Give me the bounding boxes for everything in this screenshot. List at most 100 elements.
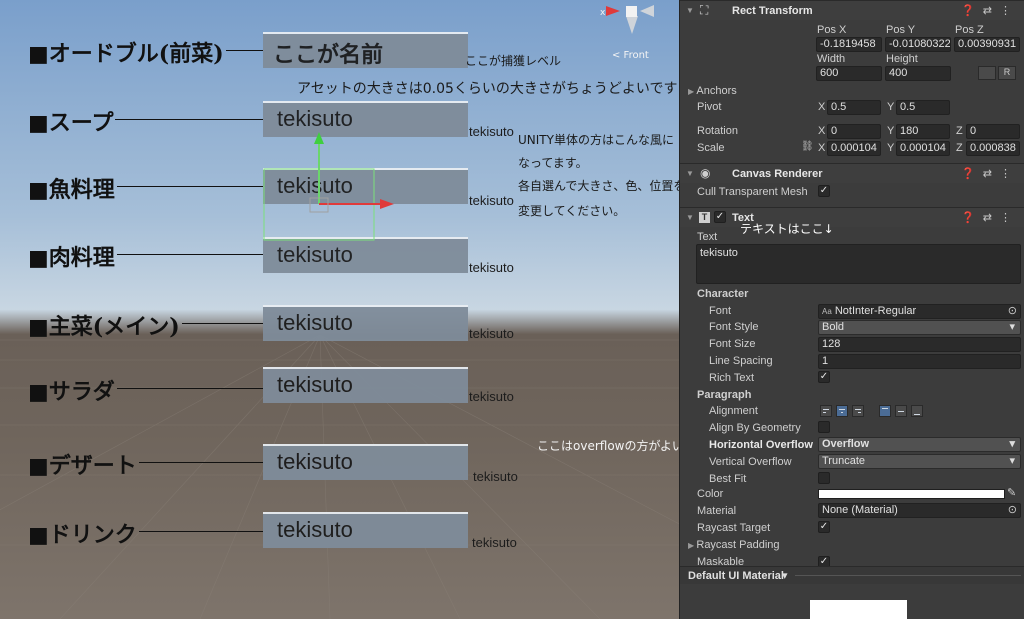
text-here-note: テキストはここ↓ (740, 222, 834, 236)
rot-x-axis: X (818, 125, 826, 137)
menu-item-label: ■デザート (28, 453, 137, 479)
rot-x-field[interactable]: 0 (827, 124, 881, 139)
raycast-target-checkbox[interactable]: ✓ (818, 521, 830, 533)
scene-view[interactable]: ■オードブル(前菜) ここが名前 ■スープ tekisuto tekisuto ■魚料理 t… (0, 0, 679, 619)
move-gizmo[interactable] (262, 128, 402, 243)
font-size-label: Font Size (709, 338, 756, 350)
canvas-renderer-header[interactable]: ▼ ◉ Canvas Renderer ❓⇄⋮ (680, 163, 1024, 183)
pivot-label: Pivot (697, 101, 722, 113)
menu-item-label: ■スープ (28, 110, 114, 136)
height-field[interactable]: 400 (885, 66, 951, 81)
width-field[interactable]: 600 (816, 66, 882, 81)
overflow-text-label: tekisuto (473, 469, 518, 484)
align-bottom-button[interactable] (911, 405, 923, 417)
cull-transparent-checkbox[interactable]: ✓ (818, 185, 830, 197)
pos-z-field[interactable]: 0.00390931 (954, 37, 1020, 52)
menu-connector-line (117, 388, 263, 389)
v-overflow-dropdown[interactable]: Truncate (818, 454, 1021, 469)
collapse-icon[interactable]: ▼ (686, 6, 694, 15)
material-footer-bar[interactable]: Default UI Material ▾ (680, 566, 1024, 584)
color-swatch[interactable] (818, 489, 1005, 499)
rich-text-label: Rich Text (709, 372, 755, 384)
menu-connector-line (182, 323, 263, 324)
menu-item-label: ■魚料理 (28, 177, 115, 203)
constrain-proportions-icon[interactable]: ⛓ (801, 141, 814, 152)
material-preview (810, 600, 907, 619)
font-style-label: Font Style (709, 321, 759, 333)
overflow-text-label: tekisuto (469, 193, 514, 208)
object-picker-icon[interactable]: ⊙ (1008, 504, 1017, 517)
line-spacing-label: Line Spacing (709, 355, 773, 367)
menu-item-label: ■オードブル(前菜) (28, 41, 224, 67)
object-picker-icon[interactable]: ⊙ (1008, 305, 1017, 318)
pivot-y-field[interactable]: 0.5 (896, 100, 950, 115)
best-fit-checkbox[interactable] (818, 472, 830, 484)
pos-x-label: Pos X (817, 24, 847, 36)
scale-z-field[interactable]: 0.000838 (966, 141, 1020, 156)
overflow-text-label: tekisuto (469, 326, 514, 341)
align-right-button[interactable] (852, 405, 864, 417)
align-center-button[interactable] (836, 405, 848, 417)
v-overflow-label: Vertical Overflow (709, 456, 792, 468)
text-panel-label: tekisuto (277, 310, 353, 335)
canvas-renderer-title: Canvas Renderer (732, 167, 823, 180)
rich-text-checkbox[interactable]: ✓ (818, 371, 830, 383)
front-label[interactable]: < Front (612, 50, 649, 61)
align-geometry-label: Align By Geometry (709, 422, 801, 434)
overflow-hint-note: ここはoverflowの方がよいかも→ (537, 439, 679, 453)
text-panel[interactable]: tekisuto (263, 305, 468, 341)
text-label: Text (697, 231, 718, 243)
menu-connector-line (115, 119, 263, 120)
rect-transform-header[interactable]: ▼ ⛶ Rect Transform ❓⇄⋮ (680, 0, 1024, 20)
text-panel[interactable]: ここが名前 (263, 32, 468, 68)
scale-label: Scale (697, 142, 725, 154)
font-field[interactable]: Aa NotInter-Regular ⊙ (818, 304, 1021, 319)
cull-transparent-label: Cull Transparent Mesh (697, 186, 808, 198)
pos-y-field[interactable]: -0.01080322 (885, 37, 951, 52)
align-middle-button[interactable] (895, 405, 907, 417)
align-geometry-checkbox[interactable] (818, 421, 830, 433)
unity-note-line3: 各自選んで大きさ、色、位置を (518, 179, 679, 193)
pivot-x-field[interactable]: 0.5 (827, 100, 881, 115)
text-component-header[interactable]: ▼ T ✓ Text ❓⇄⋮ (680, 207, 1024, 227)
pos-x-field[interactable]: -0.1819458 (816, 37, 882, 52)
color-label: Color (697, 488, 724, 500)
text-panel[interactable]: tekisuto (263, 512, 468, 548)
text-enabled-checkbox[interactable]: ✓ (714, 211, 726, 223)
collapse-icon[interactable]: ▼ (686, 169, 694, 178)
font-size-field[interactable]: 128 (818, 337, 1021, 352)
raycast-target-label: Raycast Target (697, 522, 771, 534)
pos-y-label: Pos Y (886, 24, 916, 36)
pivot-y-axis: Y (887, 101, 895, 113)
rect-transform-icon: ⛶ (700, 3, 709, 17)
eyedropper-icon[interactable]: ✎ (1007, 486, 1016, 499)
scale-z-axis: Z (956, 142, 963, 154)
font-style-dropdown[interactable]: Bold (818, 320, 1021, 335)
component-menu-icons[interactable]: ❓⇄⋮ (961, 4, 1019, 17)
raycast-padding-foldout[interactable]: ▶ Raycast Padding (688, 539, 780, 551)
overflow-text-label: tekisuto (472, 535, 517, 550)
collapse-icon[interactable]: ▼ (686, 213, 694, 222)
rot-z-field[interactable]: 0 (966, 124, 1020, 139)
raw-edit-button[interactable]: R (998, 66, 1016, 80)
rect-transform-title: Rect Transform (732, 4, 813, 17)
scale-x-field[interactable]: 0.000104 (827, 141, 881, 156)
scale-y-field[interactable]: 0.000104 (896, 141, 950, 156)
unity-note-line1: UNITY単体の方はこんな風に (518, 133, 674, 147)
text-panel[interactable]: tekisuto (263, 367, 468, 403)
text-area[interactable]: tekisuto (696, 244, 1021, 284)
component-menu-icons[interactable]: ❓⇄⋮ (961, 167, 1019, 180)
chevron-down-icon: ▾ (782, 570, 788, 582)
h-overflow-dropdown[interactable]: Overflow (818, 437, 1021, 452)
component-menu-icons[interactable]: ❓⇄⋮ (961, 211, 1019, 224)
blueprint-mode-button[interactable] (978, 66, 996, 80)
text-panel[interactable]: tekisuto (263, 444, 468, 480)
font-label: Font (709, 305, 732, 317)
align-top-button[interactable] (879, 405, 891, 417)
line-spacing-field[interactable]: 1 (818, 354, 1021, 369)
anchors-foldout[interactable]: ▶ Anchors (688, 85, 737, 97)
align-left-button[interactable] (820, 405, 832, 417)
rot-y-field[interactable]: 180 (896, 124, 950, 139)
material-field[interactable]: None (Material) ⊙ (818, 503, 1021, 518)
menu-item-label: ■サラダ (28, 379, 115, 405)
